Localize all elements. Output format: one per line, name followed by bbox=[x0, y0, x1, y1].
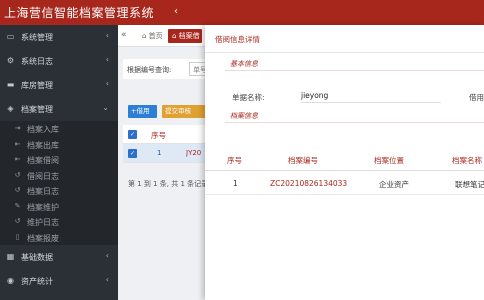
app-title: 上海营信智能档案管理系统 bbox=[4, 6, 155, 20]
double-chevron-left-icon[interactable]: « bbox=[121, 30, 127, 40]
sidebar-subitem-label: 维护日志 bbox=[27, 218, 59, 227]
history-icon: ↺ bbox=[14, 186, 21, 194]
cell-location: 企业资产 bbox=[379, 180, 409, 189]
wrench-icon: ✎ bbox=[14, 201, 21, 210]
sidebar-subitem-borrow-log[interactable]: ↺ 借阅日志 bbox=[0, 168, 118, 184]
sidebar-item-archive-management[interactable]: ◈ 档案管理 ⌄ bbox=[0, 97, 118, 121]
tag-icon: ◈ bbox=[7, 104, 14, 113]
column-header-name: 档案名称 bbox=[452, 156, 482, 165]
borrow-list-table: ✓ 序号 ✓ 1 JY20 bbox=[123, 125, 209, 163]
grid-icon: ▦ bbox=[6, 252, 15, 261]
sidebar-subitem-label: 档案日志 bbox=[27, 187, 59, 196]
archive-submenu: ⇥ 档案入库 ⇤ 档案出库 ⇤ 档案借阅 ↺ 借阅日志 ↺ 档案日志 ✎ 档案维… bbox=[0, 121, 118, 245]
sidebar-item-label: 系统管理 bbox=[21, 33, 53, 42]
sidebar-item-basic-data[interactable]: ▦ 基础数据 ‹ bbox=[0, 245, 118, 269]
top-bar: 上海营信智能档案管理系统 ‹ bbox=[0, 0, 484, 25]
column-header-seq: 序号 bbox=[151, 131, 166, 140]
sidebar-subitem-label: 档案入库 bbox=[27, 125, 59, 134]
detail-table-header: 序号 档案编号 档案位置 档案名称 bbox=[205, 149, 484, 171]
row-checkbox[interactable]: ✓ bbox=[128, 149, 137, 158]
sidebar-item-label: 资产统计 bbox=[21, 277, 53, 286]
chevron-left-icon: ‹ bbox=[105, 55, 109, 64]
chevron-left-icon: ‹ bbox=[105, 79, 109, 88]
sidebar-subitem-label: 档案出库 bbox=[27, 140, 59, 150]
column-header-seq: 序号 bbox=[227, 156, 242, 165]
login-icon: ⇥ bbox=[14, 124, 21, 132]
table-row[interactable]: ✓ 1 JY20 bbox=[123, 144, 209, 163]
chevron-left-icon: ‹ bbox=[105, 251, 109, 260]
select-all-checkbox[interactable]: ✓ bbox=[128, 130, 137, 139]
section-title-archive: 档案信息 bbox=[230, 112, 258, 120]
section-divider bbox=[225, 70, 484, 71]
cell-code: ZC20210826134033 bbox=[270, 179, 348, 188]
chevron-down-icon: ⌄ bbox=[102, 103, 109, 112]
logout-icon: ⇤ bbox=[14, 155, 21, 163]
table-header: ✓ 序号 bbox=[123, 125, 209, 144]
trash-icon: ▯ bbox=[15, 232, 20, 241]
sidebar-subitem-archive-maintain[interactable]: ✎ 档案维护 bbox=[0, 199, 118, 215]
globe-icon: ◉ bbox=[7, 276, 14, 285]
logout-icon: ⇤ bbox=[14, 139, 21, 148]
sidebar-item-asset-stats[interactable]: ◉ 资产统计 ‹ bbox=[0, 269, 118, 293]
sidebar-subitem-label: 档案报废 bbox=[27, 233, 59, 243]
history-icon: ↺ bbox=[14, 170, 21, 179]
borrow-add-button[interactable]: +借用 bbox=[128, 105, 157, 118]
tab-active-label: 档案借 bbox=[178, 32, 200, 40]
sidebar-subitem-archive-borrow[interactable]: ⇤ 档案借阅 bbox=[0, 152, 118, 168]
borrow-detail-panel: 借阅信息详情 基本信息 单据名称: jieyong 借用 档案信息 序号 档案编… bbox=[205, 25, 484, 300]
field-label-borrow: 借用 bbox=[469, 93, 484, 102]
cell-name: 联想笔记本 bbox=[455, 180, 484, 189]
tab-archive-borrow[interactable]: ⌂ 档案借 bbox=[168, 29, 202, 43]
submit-review-button[interactable]: 提交审核 bbox=[162, 105, 209, 118]
table-row: 1 ZC20210826134033 企业资产 联想笔记本 bbox=[205, 171, 484, 195]
sidebar-item-system-log[interactable]: ⚙ 系统日志 ‹ bbox=[0, 49, 118, 73]
sidebar-item-system-management[interactable]: ▭ 系统管理 ‹ bbox=[0, 25, 118, 49]
row-code-link[interactable]: JY20 bbox=[186, 149, 206, 157]
sidebar-subitem-label: 借阅日志 bbox=[27, 171, 59, 181]
sidebar: ▭ 系统管理 ‹ ⚙ 系统日志 ‹ ▬ 库房管理 ‹ ◈ 档案管理 ⌄ ⇥ 档案… bbox=[0, 25, 118, 300]
search-panel: 根据编号查询: 单号 bbox=[123, 59, 209, 79]
column-header-location: 档案位置 bbox=[374, 156, 404, 165]
search-label: 根据编号查询: bbox=[127, 66, 172, 74]
section-title-basic: 基本信息 bbox=[230, 60, 258, 68]
history-icon: ↺ bbox=[14, 217, 21, 225]
sidebar-subitem-archive-out[interactable]: ⇤ 档案出库 bbox=[0, 137, 118, 153]
tab-home[interactable]: ⌂ 首页 bbox=[138, 29, 167, 43]
cell-seq: 1 bbox=[233, 179, 238, 188]
chevron-left-icon: ‹ bbox=[105, 275, 109, 284]
sidebar-item-label: 库房管理 bbox=[21, 81, 53, 90]
sidebar-item-warehouse[interactable]: ▬ 库房管理 ‹ bbox=[0, 73, 118, 97]
sidebar-subitem-label: 档案借阅 bbox=[27, 156, 59, 165]
sidebar-subitem-archive-in[interactable]: ⇥ 档案入库 bbox=[0, 121, 118, 137]
sidebar-subitem-label: 档案维护 bbox=[27, 202, 59, 212]
panel-title: 借阅信息详情 bbox=[215, 35, 260, 44]
field-label-doc-name: 单据名称: bbox=[232, 93, 265, 102]
sidebar-item-label: 系统日志 bbox=[21, 57, 53, 66]
sidebar-subitem-archive-scrap[interactable]: ▯ 档案报废 bbox=[0, 230, 118, 246]
desktop-icon: ▭ bbox=[6, 32, 15, 41]
sidebar-item-label: 基础数据 bbox=[21, 253, 53, 262]
column-header-code: 档案编号 bbox=[288, 156, 318, 165]
sidebar-subitem-maintain-log[interactable]: ↺ 维护日志 bbox=[0, 214, 118, 230]
sidebar-subitem-archive-log[interactable]: ↺ 档案日志 bbox=[0, 183, 118, 199]
section-divider bbox=[225, 122, 484, 123]
sidebar-item-label: 档案管理 bbox=[21, 105, 53, 114]
pagination-info: 第 1 到 1 条, 共 1 条记录 bbox=[128, 180, 208, 188]
tab-home-label: 首页 bbox=[148, 32, 163, 40]
chevron-left-icon[interactable]: ‹ bbox=[174, 6, 178, 17]
row-seq: 1 bbox=[157, 149, 162, 157]
toolbar: +借用 提交审核 bbox=[123, 100, 209, 122]
gear-icon: ⚙ bbox=[6, 56, 15, 65]
folder-icon: ▬ bbox=[6, 80, 15, 89]
panel-header: 借阅信息详情 bbox=[205, 25, 484, 53]
field-value-doc-name: jieyong bbox=[301, 89, 441, 103]
chevron-left-icon: ‹ bbox=[105, 31, 109, 40]
